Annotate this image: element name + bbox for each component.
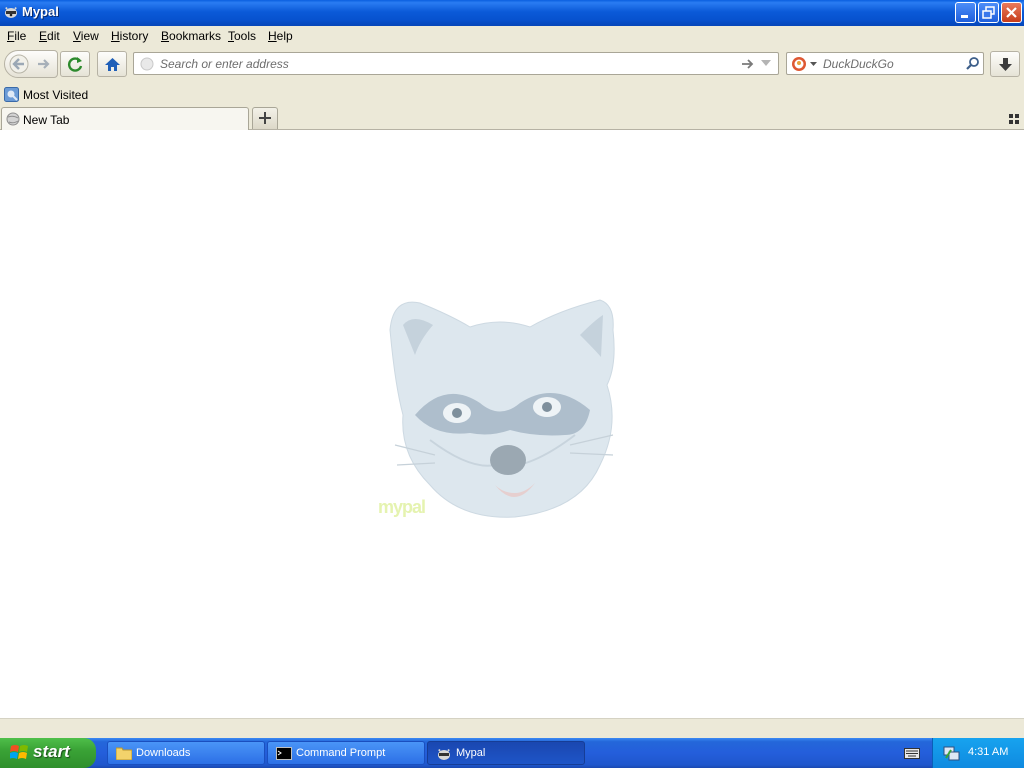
bookmarks-toolbar: Most Visited <box>0 84 1024 106</box>
reload-button[interactable] <box>60 51 90 77</box>
globe-icon <box>6 112 20 126</box>
home-button[interactable] <box>97 51 127 77</box>
taskbar-item-label: Command Prompt <box>296 747 386 759</box>
close-button[interactable] <box>1001 2 1022 23</box>
taskbar-item-label: Downloads <box>136 747 191 759</box>
back-forward-group <box>4 50 58 78</box>
download-icon <box>999 58 1012 71</box>
search-bar[interactable]: DuckDuckGo <box>786 52 984 75</box>
menu-bar: File Edit View History Bookmarks Tools H… <box>0 26 1024 46</box>
engine-dropdown-icon[interactable] <box>810 62 817 67</box>
system-tray: 4:31 AM <box>932 738 1024 768</box>
restore-icon <box>982 6 995 19</box>
duckduckgo-icon[interactable] <box>791 56 807 72</box>
mypal-logo-text: mypal <box>378 497 426 517</box>
plus-icon <box>259 112 271 124</box>
forward-arrow-icon[interactable] <box>36 56 52 72</box>
taskbar-item-label: Mypal <box>456 747 486 759</box>
folder-icon <box>116 747 132 760</box>
mypal-raccoon-logo <box>389 299 615 518</box>
address-placeholder: Search or enter address <box>160 57 289 71</box>
page-identity-icon <box>140 57 154 71</box>
back-arrow-icon[interactable] <box>8 54 30 74</box>
clock: 4:31 AM <box>968 746 1009 758</box>
home-icon <box>105 58 120 71</box>
most-visited-folder-icon <box>4 87 19 102</box>
menu-tools[interactable]: Tools <box>228 29 256 43</box>
minimize-button[interactable] <box>955 2 976 23</box>
network-icon[interactable] <box>943 744 961 762</box>
status-bar <box>0 718 1024 738</box>
taskbar-item-mypal[interactable]: Mypal <box>427 741 585 765</box>
address-bar[interactable]: Search or enter address <box>133 52 779 75</box>
menu-help[interactable]: Help <box>268 29 293 43</box>
search-icon[interactable] <box>965 56 980 71</box>
keyboard-icon[interactable] <box>904 746 920 760</box>
cmd-icon <box>276 747 292 760</box>
tab-label: New Tab <box>23 113 70 127</box>
page-content: mypal <box>0 130 1024 718</box>
tab-list-icon[interactable] <box>1009 114 1019 124</box>
tab-strip: New Tab <box>0 106 1024 130</box>
taskbar: start Downloads Command Prompt Mypal 4:3… <box>0 738 1024 768</box>
menu-view[interactable]: View <box>73 29 99 43</box>
reload-icon <box>68 57 83 72</box>
minimize-icon <box>961 15 968 18</box>
new-tab-button[interactable] <box>252 107 278 129</box>
search-engine-placeholder: DuckDuckGo <box>823 57 894 71</box>
menu-bookmarks[interactable]: Bookmarks <box>161 29 221 43</box>
mypal-icon <box>438 749 450 760</box>
mypal-app-icon <box>5 7 17 18</box>
most-visited-label: Most Visited <box>23 88 89 102</box>
menu-history[interactable]: History <box>111 29 148 43</box>
close-icon <box>1006 7 1017 18</box>
taskbar-item-downloads[interactable]: Downloads <box>107 741 265 765</box>
menu-edit[interactable]: Edit <box>39 29 60 43</box>
menu-file[interactable]: File <box>7 29 26 43</box>
windows-logo-icon <box>10 745 28 759</box>
start-label: start <box>33 742 70 761</box>
restore-button[interactable] <box>978 2 999 23</box>
most-visited-bookmark[interactable]: Most Visited <box>3 86 93 104</box>
downloads-button[interactable] <box>990 51 1020 77</box>
window-title: Mypal <box>22 4 59 19</box>
go-arrow-icon[interactable] <box>741 58 755 70</box>
navigation-toolbar: Search or enter address DuckDuckGo <box>0 46 1024 84</box>
dropdown-arrow-icon[interactable] <box>761 60 771 68</box>
tab-new-tab[interactable]: New Tab <box>1 107 249 130</box>
start-button[interactable]: start <box>0 738 96 768</box>
taskbar-item-command-prompt[interactable]: Command Prompt <box>267 741 425 765</box>
title-bar: Mypal <box>0 0 1024 26</box>
